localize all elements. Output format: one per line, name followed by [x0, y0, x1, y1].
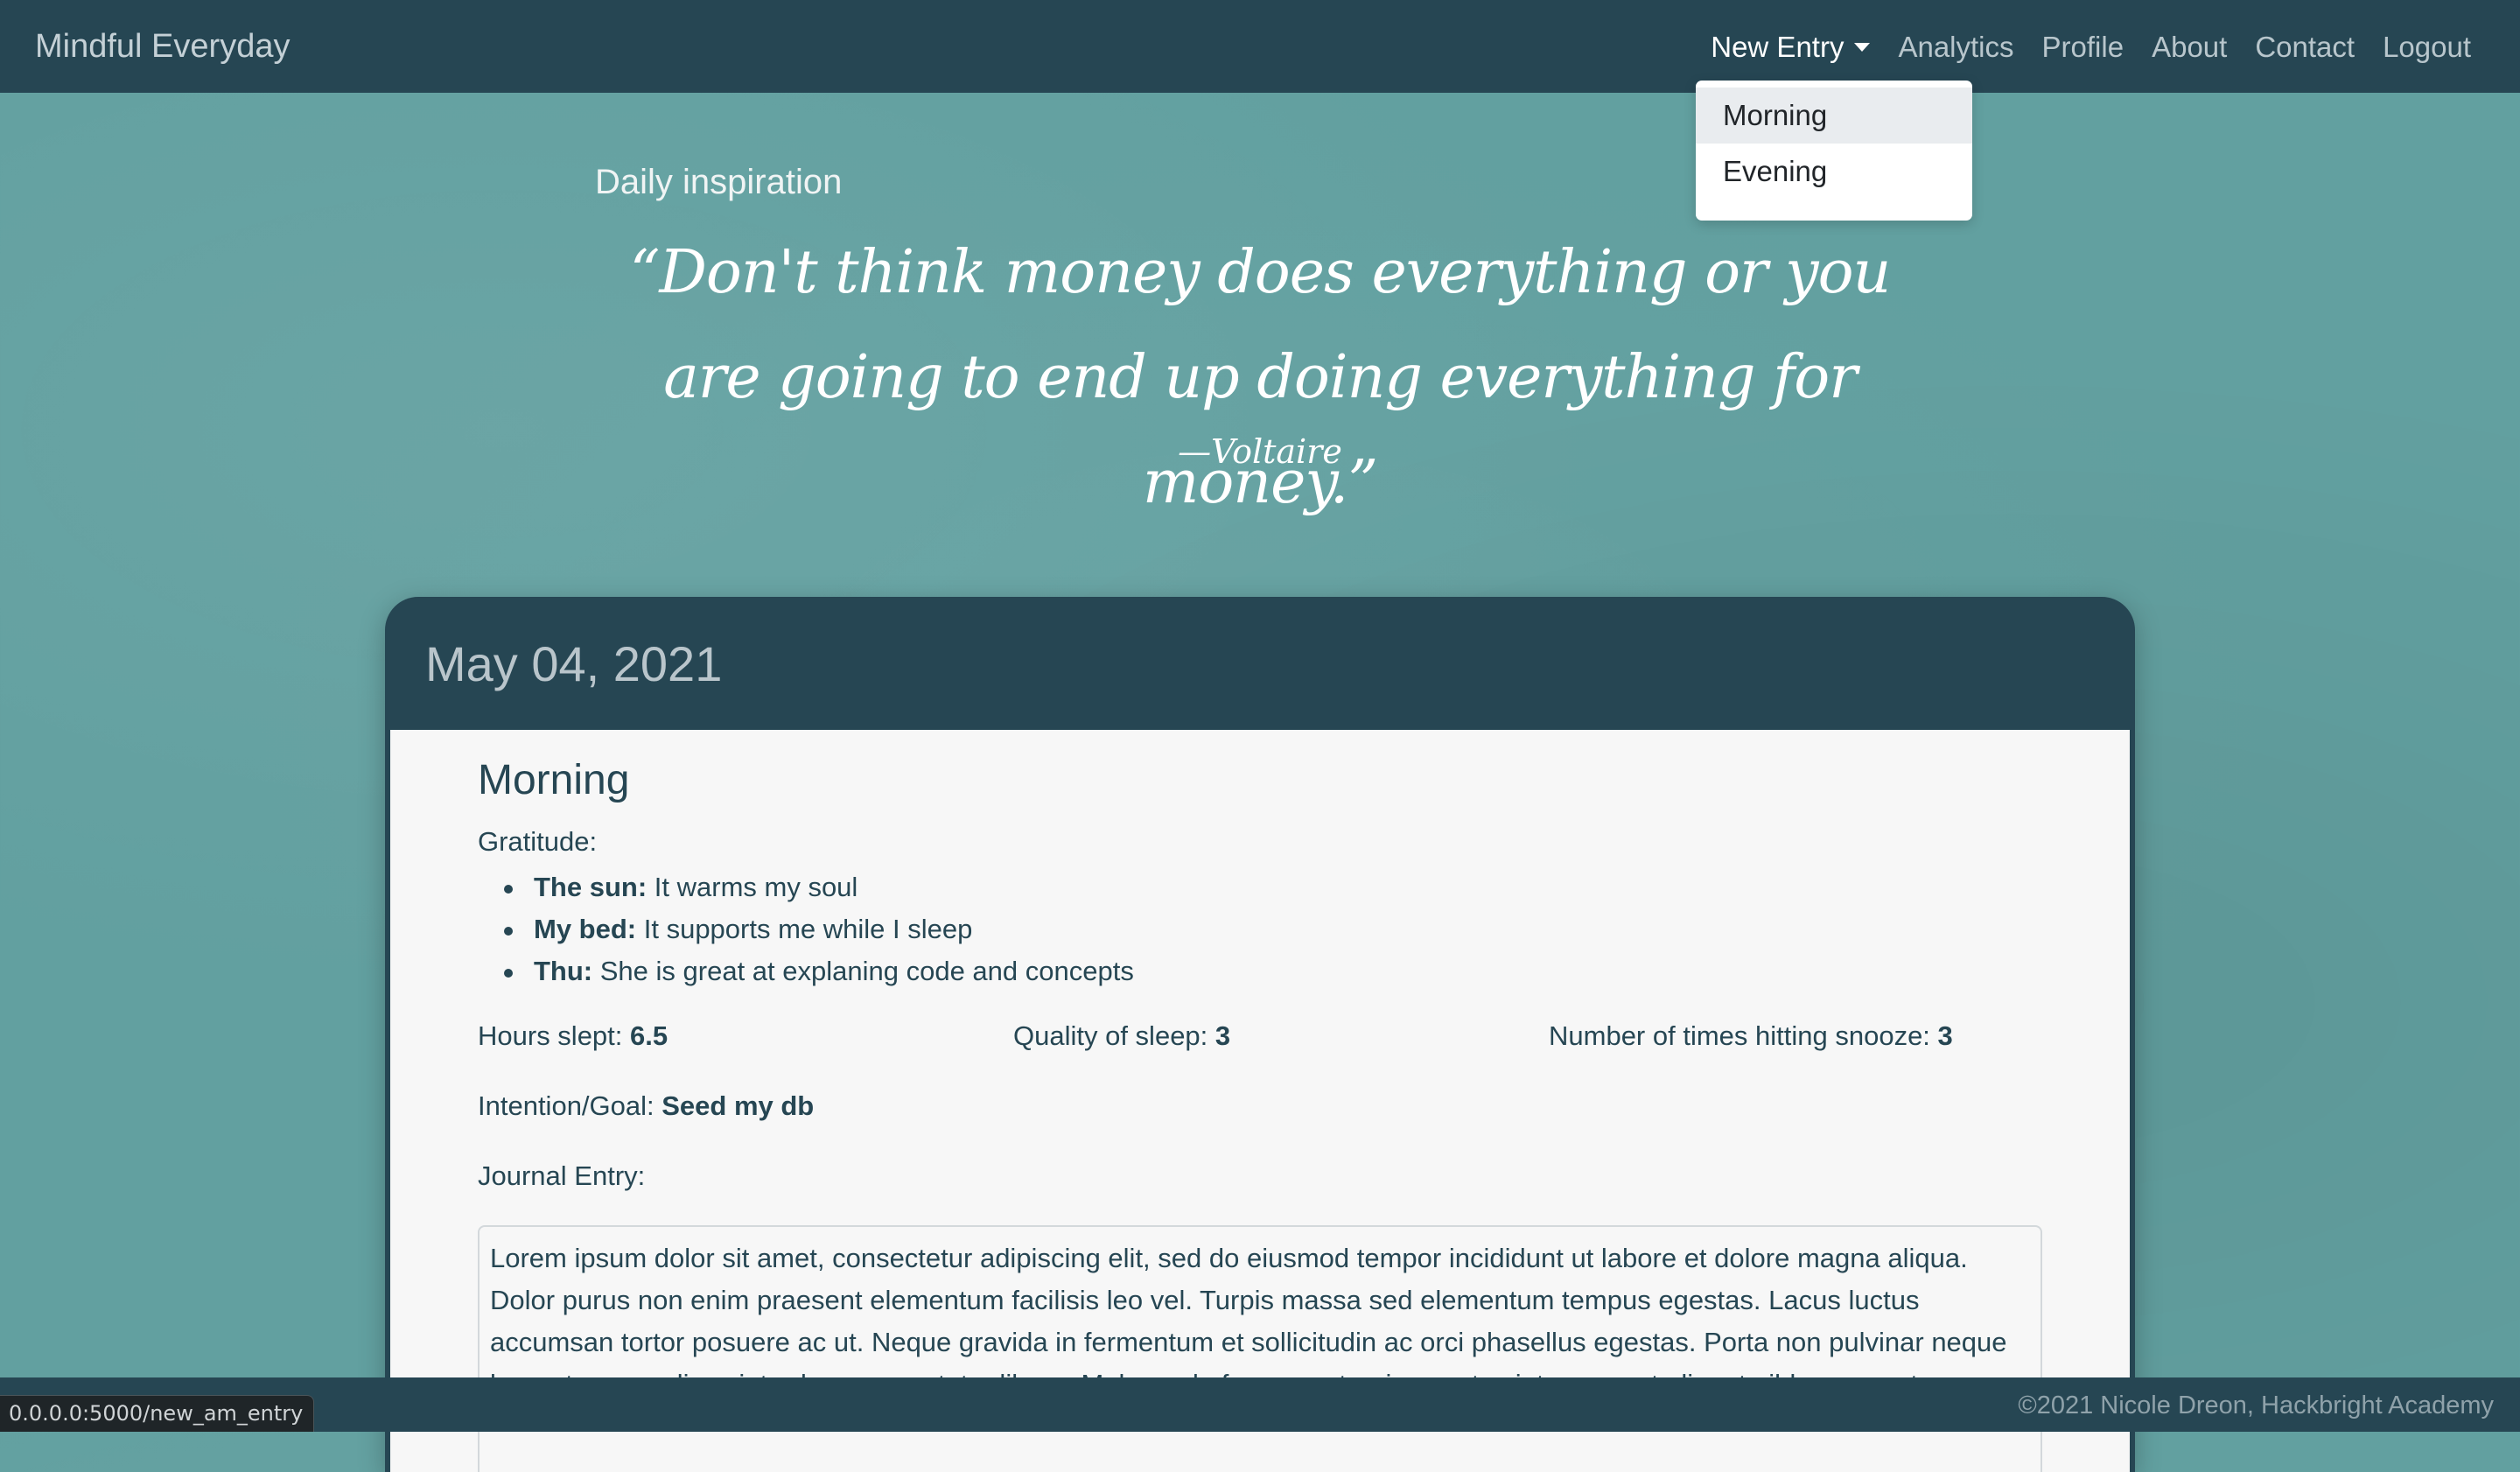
sleep-quality-value: 3: [1214, 1020, 1231, 1051]
gratitude-item: Thu: She is great at explaning code and …: [478, 950, 1134, 992]
entry-card: May 04, 2021 Morning Gratitude: The sun:…: [385, 597, 2135, 1472]
entry-date: May 04, 2021: [425, 635, 723, 691]
nav-analytics-link[interactable]: Analytics: [1884, 32, 2027, 61]
brand-link[interactable]: Mindful Everyday: [35, 30, 290, 63]
gratitude-list: The sun: It warms my soul My bed: It sup…: [478, 866, 1134, 992]
intention-goal: Intention/Goal: Seed my db: [478, 1090, 814, 1122]
navbar: Mindful Everyday New Entry Analytics Pro…: [0, 0, 2520, 93]
journal-entry-label: Journal Entry:: [478, 1160, 646, 1191]
gratitude-item-text: It warms my soul: [647, 872, 858, 902]
nav-contact-link[interactable]: Contact: [2241, 32, 2369, 61]
sleep-quality-stat: Quality of sleep: 3: [1013, 1020, 1230, 1052]
gratitude-item-title: Thu:: [534, 956, 593, 986]
nav-profile-link[interactable]: Profile: [2028, 32, 2138, 61]
sleep-quality-label: Quality of sleep:: [1013, 1020, 1215, 1051]
inspiration-heading: Daily inspiration: [595, 163, 843, 201]
gratitude-item-text: It supports me while I sleep: [636, 914, 973, 944]
snooze-count-value: 3: [1937, 1020, 1953, 1051]
footer: ©2021 Nicole Dreon, Hackbright Academy: [0, 1377, 2520, 1432]
hours-slept-label: Hours slept:: [478, 1020, 631, 1051]
nav-new-entry-label: New Entry: [1711, 30, 1844, 63]
caret-down-icon: [1854, 43, 1871, 52]
intention-value: Seed my db: [662, 1090, 815, 1121]
nav-logout-link[interactable]: Logout: [2369, 32, 2485, 61]
nav-links: New Entry Analytics Profile About Contac…: [1697, 32, 2485, 61]
intention-label: Intention/Goal:: [478, 1090, 662, 1121]
dropdown-item-evening[interactable]: Evening: [1696, 144, 1972, 200]
new-entry-dropdown-menu: Morning Evening: [1696, 81, 1972, 221]
gratitude-item: The sun: It warms my soul: [478, 866, 1134, 908]
gratitude-item-title: My bed:: [534, 914, 637, 944]
dropdown-item-morning[interactable]: Morning: [1696, 88, 1972, 144]
footer-copyright: ©2021 Nicole Dreon, Hackbright Academy: [2018, 1391, 2494, 1419]
snooze-count-label: Number of times hitting snooze:: [1549, 1020, 1938, 1051]
nav-about-link[interactable]: About: [2138, 32, 2241, 61]
gratitude-item-title: The sun:: [534, 872, 648, 902]
quote-author: —Voltaire: [1178, 432, 1342, 471]
entry-card-body: Morning Gratitude: The sun: It warms my …: [390, 730, 2130, 1472]
entry-card-header: May 04, 2021: [385, 597, 2135, 730]
hours-slept-stat: Hours slept: 6.5: [478, 1020, 668, 1052]
gratitude-item: My bed: It supports me while I sleep: [478, 908, 1134, 950]
link-status-url: 0.0.0.0:5000/new_am_entry: [0, 1395, 315, 1432]
hours-slept-value: 6.5: [630, 1020, 668, 1051]
inspiration-quote: “Don't think money does everything or yo…: [629, 238, 1892, 517]
entry-section-title: Morning: [478, 757, 630, 803]
snooze-count-stat: Number of times hitting snooze: 3: [1549, 1020, 1953, 1052]
gratitude-item-text: She is great at explaning code and conce…: [592, 956, 1134, 986]
nav-new-entry-dropdown-toggle[interactable]: New Entry: [1697, 32, 1884, 61]
gratitude-label: Gratitude:: [478, 826, 598, 857]
journal-entry-text[interactable]: Lorem ipsum dolor sit amet, consectetur …: [478, 1225, 2042, 1472]
